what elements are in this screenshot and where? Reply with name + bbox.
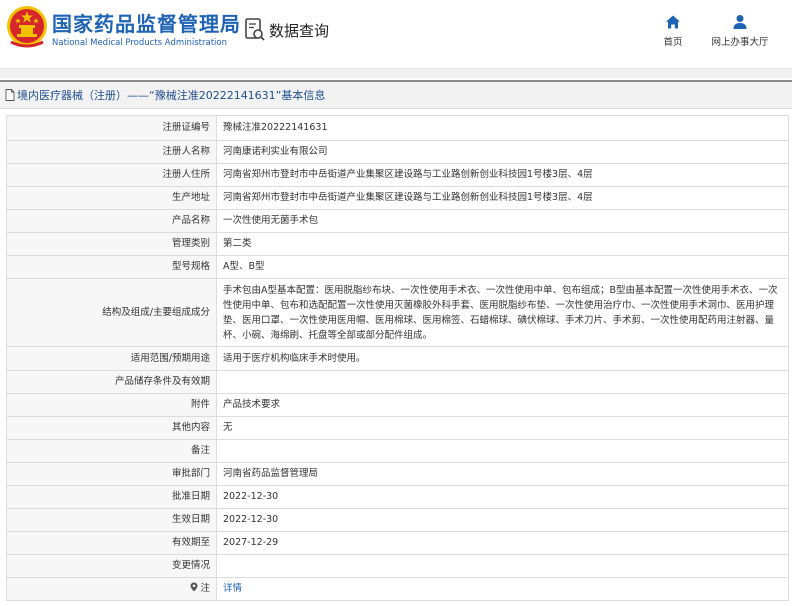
data-query-link[interactable]: 数据查询	[244, 16, 329, 44]
row-value: 河南康诺利实业有限公司	[216, 140, 789, 164]
table-row: 注册证编号 豫械注准20222141631	[6, 115, 789, 141]
row-value: 河南省郑州市登封市中岳街道产业集聚区建设路与工业路创新创业科技园1号楼3层、4层	[216, 186, 789, 210]
table-row: 型号规格 A型、B型	[6, 255, 789, 279]
table-row: 生效日期 2022-12-30	[6, 508, 789, 532]
row-label: 有效期至	[6, 531, 217, 555]
row-value: 手术包由A型基本配置：医用脱脂纱布块、一次性使用手术衣、一次性使用中单、包布组成…	[216, 278, 789, 347]
row-value	[216, 554, 789, 578]
map-pin-icon	[190, 582, 198, 592]
record-title: 境内医疗器械（注册）——“豫械注准20222141631”基本信息	[17, 89, 326, 102]
row-label: 审批部门	[6, 462, 217, 486]
table-row: 管理类别 第二类	[6, 232, 789, 256]
row-label: 生产地址	[6, 186, 217, 210]
table-row: 变更情况	[6, 554, 789, 578]
table-row: 注 详情	[6, 577, 789, 601]
table-row: 产品储存条件及有效期	[6, 370, 789, 394]
row-value: 产品技术要求	[216, 393, 789, 417]
document-icon	[5, 89, 15, 101]
document-search-icon	[245, 18, 265, 41]
row-value: A型、B型	[216, 255, 789, 279]
user-icon	[733, 15, 747, 29]
row-label: 产品名称	[6, 209, 217, 233]
details-link[interactable]: 详情	[223, 583, 242, 594]
table-row: 其他内容 无	[6, 416, 789, 440]
row-label: 管理类别	[6, 232, 217, 256]
row-label: 结构及组成/主要组成成分	[6, 278, 217, 347]
row-value: 豫械注准20222141631	[216, 115, 789, 141]
row-value: 河南省郑州市登封市中岳街道产业集聚区建设路与工业路创新创业科技园1号楼3层、4层	[216, 163, 789, 187]
row-value: 适用于医疗机构临床手术时使用。	[216, 346, 789, 371]
table-row: 有效期至 2027-12-29	[6, 531, 789, 555]
row-label: 型号规格	[6, 255, 217, 279]
row-value: 第二类	[216, 232, 789, 256]
data-query-label: 数据查询	[269, 21, 330, 40]
row-value: 一次性使用无菌手术包	[216, 209, 789, 233]
site-subtitle: National Medical Products Administration	[52, 38, 227, 48]
row-value	[216, 439, 789, 463]
table-row: 适用范围/预期用途 适用于医疗机构临床手术时使用。	[6, 346, 789, 371]
table-row: 附件 产品技术要求	[6, 393, 789, 417]
row-value: 2022-12-30	[216, 508, 789, 532]
header-divider	[0, 68, 792, 78]
row-label: 适用范围/预期用途	[6, 346, 217, 371]
table-row: 产品名称 一次性使用无菌手术包	[6, 209, 789, 233]
row-label: 其他内容	[6, 416, 217, 440]
row-label: 备注	[6, 439, 217, 463]
table-row: 注册人住所 河南省郑州市登封市中岳街道产业集聚区建设路与工业路创新创业科技园1号…	[6, 163, 789, 187]
row-value	[216, 370, 789, 394]
row-value: 无	[216, 416, 789, 440]
row-label: 注	[200, 583, 210, 594]
national-emblem-icon	[7, 6, 47, 48]
row-value: 2022-12-30	[216, 485, 789, 509]
table-row: 结构及组成/主要组成成分 手术包由A型基本配置：医用脱脂纱布块、一次性使用手术衣…	[6, 278, 789, 347]
nav-online-hall-button[interactable]: 网上办事大厅	[705, 14, 775, 50]
row-label: 生效日期	[6, 508, 217, 532]
table-row: 审批部门 河南省药品监督管理局	[6, 462, 789, 486]
row-label: 附件	[6, 393, 217, 417]
row-label: 注册人名称	[6, 140, 217, 164]
note-label-cell: 注	[6, 577, 217, 601]
table-row: 注册人名称 河南康诺利实业有限公司	[6, 140, 789, 164]
site-header: 国家药品监督管理局 National Medical Products Admi…	[0, 0, 792, 64]
row-label: 注册人住所	[6, 163, 217, 187]
row-label: 产品储存条件及有效期	[6, 370, 217, 394]
table-row: 生产地址 河南省郑州市登封市中岳街道产业集聚区建设路与工业路创新创业科技园1号楼…	[6, 186, 789, 210]
registration-info-table: 注册证编号 豫械注准20222141631 注册人名称 河南康诺利实业有限公司 …	[6, 115, 789, 601]
nav-home-label: 首页	[663, 37, 683, 48]
row-value: 2027-12-29	[216, 531, 789, 555]
row-label: 变更情况	[6, 554, 217, 578]
nav-home-button[interactable]: 首页	[638, 14, 708, 50]
nav-online-hall-label: 网上办事大厅	[711, 37, 769, 48]
table-row: 备注	[6, 439, 789, 463]
table-row: 批准日期 2022-12-30	[6, 485, 789, 509]
row-value-cell: 详情	[216, 577, 789, 601]
home-icon	[666, 15, 680, 29]
record-title-bar: 境内医疗器械（注册）——“豫械注准20222141631”基本信息	[0, 80, 792, 109]
row-label: 批准日期	[6, 485, 217, 509]
row-value: 河南省药品监督管理局	[216, 462, 789, 486]
site-title: 国家药品监督管理局	[52, 12, 241, 36]
row-label: 注册证编号	[6, 115, 217, 141]
